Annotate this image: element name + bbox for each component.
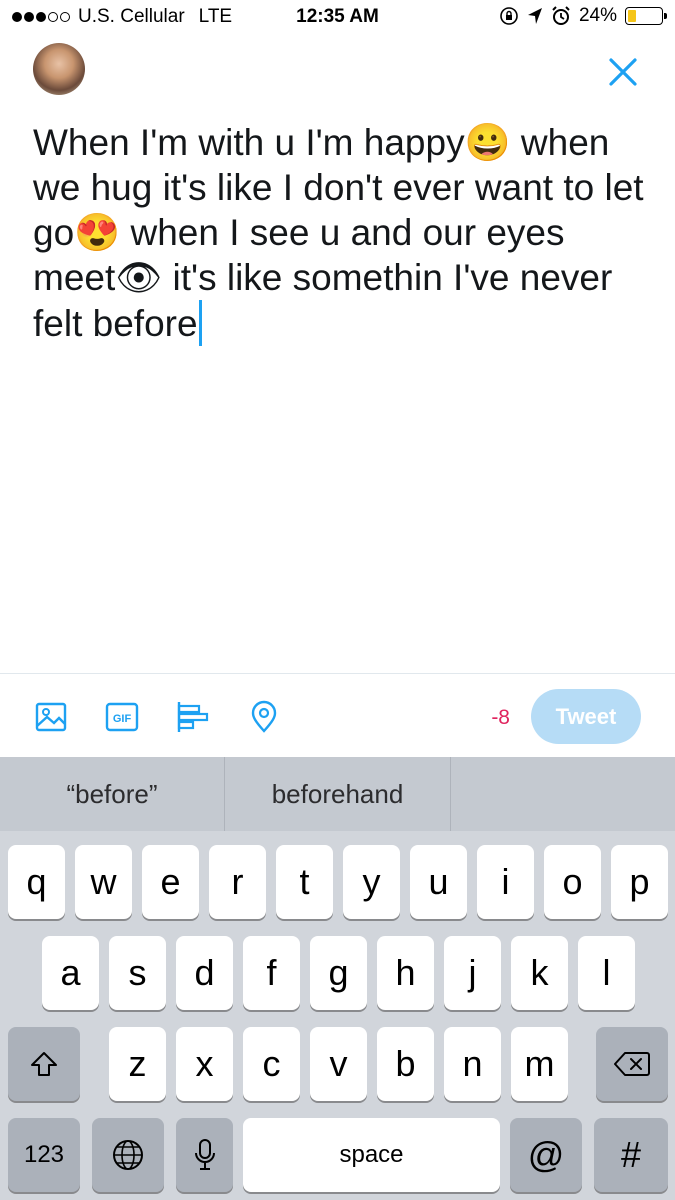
key-n[interactable]: n — [444, 1027, 501, 1101]
key-b[interactable]: b — [377, 1027, 434, 1101]
key-j[interactable]: j — [444, 936, 501, 1010]
gif-button[interactable]: GIF — [105, 700, 139, 734]
rotation-lock-icon — [500, 7, 518, 25]
key-q[interactable]: q — [8, 845, 65, 919]
tweet-text: When I'm with u I'm happy😀 when we hug i… — [33, 122, 644, 344]
space-key[interactable]: space — [243, 1118, 500, 1192]
hash-key[interactable]: # — [594, 1118, 668, 1192]
key-v[interactable]: v — [310, 1027, 367, 1101]
key-p[interactable]: p — [611, 845, 668, 919]
key-t[interactable]: t — [276, 845, 333, 919]
character-count: -8 — [491, 706, 510, 729]
key-e[interactable]: e — [142, 845, 199, 919]
delete-key[interactable] — [596, 1027, 668, 1101]
numbers-key[interactable]: 123 — [8, 1118, 80, 1192]
shift-icon — [31, 1052, 57, 1076]
text-cursor — [198, 300, 202, 346]
key-k[interactable]: k — [511, 936, 568, 1010]
at-key[interactable]: @ — [510, 1118, 582, 1192]
globe-icon — [113, 1140, 143, 1170]
backspace-icon — [614, 1052, 650, 1076]
key-o[interactable]: o — [544, 845, 601, 919]
battery-percent: 24% — [578, 5, 617, 26]
compose-toolbar: GIF -8 Tweet — [0, 673, 675, 758]
key-x[interactable]: x — [176, 1027, 233, 1101]
key-m[interactable]: m — [511, 1027, 568, 1101]
tweet-button[interactable]: Tweet — [531, 689, 641, 744]
poll-icon — [177, 702, 209, 732]
status-bar: U.S. Cellular LTE 12:35 AM 24% — [0, 0, 675, 36]
close-button[interactable] — [603, 52, 643, 92]
prediction-item[interactable]: beforehand — [225, 757, 450, 831]
microphone-icon — [194, 1139, 215, 1170]
globe-key[interactable] — [92, 1118, 164, 1192]
key-l[interactable]: l — [578, 936, 635, 1010]
key-u[interactable]: u — [410, 845, 467, 919]
alarm-icon — [552, 6, 570, 25]
prediction-item[interactable] — [451, 757, 675, 831]
prediction-item[interactable]: “before” — [0, 757, 224, 831]
location-icon — [251, 700, 277, 733]
poll-button[interactable] — [176, 700, 210, 734]
gif-icon: GIF — [105, 702, 139, 732]
keyboard: “before” beforehand q w e r t y u i o p … — [0, 757, 675, 1200]
key-y[interactable]: y — [343, 845, 400, 919]
predictive-bar: “before” beforehand — [0, 757, 675, 831]
svg-text:GIF: GIF — [113, 713, 132, 725]
key-c[interactable]: c — [243, 1027, 300, 1101]
key-z[interactable]: z — [109, 1027, 166, 1101]
avatar[interactable] — [33, 43, 85, 95]
key-a[interactable]: a — [42, 936, 99, 1010]
key-d[interactable]: d — [176, 936, 233, 1010]
tweet-text-input[interactable]: When I'm with u I'm happy😀 when we hug i… — [33, 120, 653, 346]
key-i[interactable]: i — [477, 845, 534, 919]
key-r[interactable]: r — [209, 845, 266, 919]
shift-key[interactable] — [8, 1027, 80, 1101]
key-s[interactable]: s — [109, 936, 166, 1010]
battery-icon — [625, 7, 667, 25]
key-g[interactable]: g — [310, 936, 367, 1010]
key-f[interactable]: f — [243, 936, 300, 1010]
key-h[interactable]: h — [377, 936, 434, 1010]
close-icon — [609, 58, 637, 86]
key-w[interactable]: w — [75, 845, 132, 919]
location-button[interactable] — [247, 700, 281, 734]
image-icon — [35, 702, 67, 732]
location-arrow-icon — [527, 8, 542, 24]
image-button[interactable] — [34, 700, 68, 734]
dictation-key[interactable] — [176, 1118, 233, 1192]
